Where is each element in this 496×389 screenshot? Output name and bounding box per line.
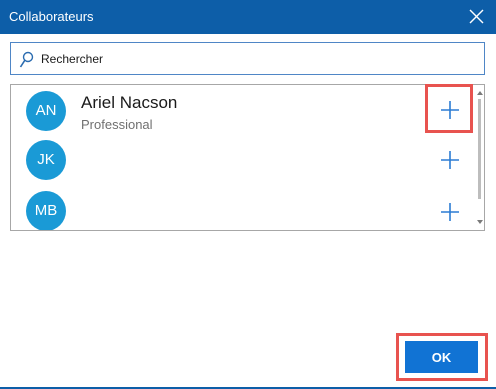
search-box[interactable] [10, 42, 485, 75]
avatar: JK [26, 140, 66, 180]
list-item[interactable]: AN Ariel Nacson Professional [11, 85, 471, 137]
list-item[interactable]: MB [11, 189, 471, 230]
window-title: Collaborateurs [9, 9, 94, 24]
close-icon[interactable] [464, 5, 488, 29]
title-bar: Collaborateurs [0, 0, 496, 34]
scroll-down-icon[interactable] [477, 220, 483, 224]
collaborator-role: Professional [81, 117, 153, 132]
collaborator-name: Ariel Nacson [81, 93, 178, 112]
scroll-up-icon[interactable] [477, 91, 483, 95]
search-icon [19, 51, 35, 69]
search-input[interactable] [41, 49, 471, 69]
collaborator-list[interactable]: AN Ariel Nacson Professional JK MB [10, 84, 485, 231]
list-item[interactable]: JK [11, 137, 471, 189]
avatar: MB [26, 191, 66, 230]
avatar: AN [26, 91, 66, 131]
add-collaborator-button[interactable] [437, 147, 463, 173]
add-collaborator-button[interactable] [437, 199, 463, 225]
list-scrollbar[interactable] [476, 85, 484, 230]
ok-button-highlight [396, 333, 488, 381]
plus-icon [441, 151, 459, 169]
add-button-highlight [425, 84, 473, 133]
scroll-thumb[interactable] [478, 99, 481, 199]
plus-icon [441, 203, 459, 221]
